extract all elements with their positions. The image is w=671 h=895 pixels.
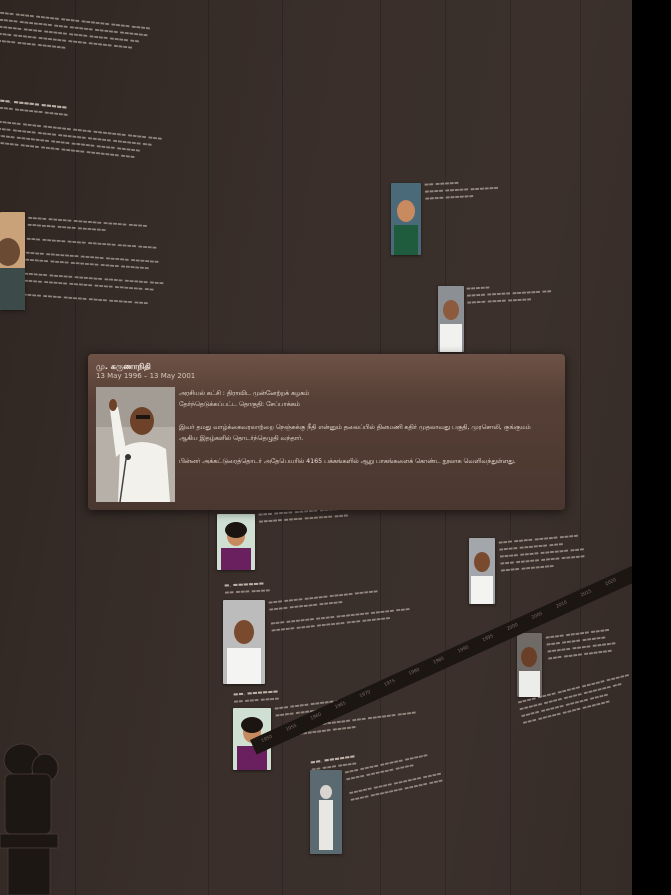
term-dates: 13 May 1996 – 13 May 2001 [96, 372, 196, 380]
faint-text-block: ▬▬. ▬▬▬▬▬▬ ▬▬ ▬▬▬ ▬▬▬▬ [233, 688, 280, 705]
leader-photo [96, 387, 175, 502]
year-tick: 1955 [285, 723, 298, 733]
emblem-icon [0, 743, 59, 895]
faint-text-block: ▬▬▬▬ ▬▬▬▬▬ ▬▬▬▬▬▬ ▬▬▬▬▬ ▬▬▬▬ ▬▬▬▬▬▬ ▬▬▬▬ … [22, 215, 164, 307]
faint-text-block: ▬▬. ▬▬▬▬▬ ▬▬▬▬▬ ▬▬▬ ▬▬▬▬▬▬ ▬▬▬▬▬ ▬▬▬▬▬ ▬▬▬… [0, 98, 163, 161]
bio-line: பின்னர் அக்கட்டுரைத்தொடர் அதேபெயரில் 416… [179, 458, 516, 465]
constituency-info: தேர்ந்தெடுக்கப்பட்ட தொகுதி: சேப்பாக்கம் [179, 401, 300, 408]
year-tick: 2020 [604, 577, 618, 588]
year-tick: 2000 [506, 622, 519, 633]
timeline-ruler[interactable]: 1950 1955 1960 1965 1970 1975 1980 1985 … [250, 565, 632, 755]
year-tick: 2015 [580, 589, 593, 599]
portrait-thumbnail[interactable] [217, 514, 255, 570]
column-divider [580, 0, 581, 895]
faint-text-block: ▬▬ ▬▬▬▬▬ ▬▬▬▬ ▬▬▬▬▬ ▬▬▬▬▬▬ ▬▬▬▬ ▬▬▬▬▬▬ [424, 180, 499, 202]
party-info: அரசியல் கட்சி : திராவிட முன்னேற்றக் கழகம… [179, 390, 310, 397]
faint-text-block: ▬▬▬ ▬▬▬▬ ▬▬▬▬▬ ▬▬▬▬ ▬▬▬▬▬▬ ▬▬▬▬ ▬▬▬▬ ▬▬▬▬… [0, 10, 151, 52]
year-tick: 2005 [531, 611, 544, 621]
year-tick: 1995 [481, 633, 495, 644]
portrait-thumbnail[interactable] [469, 538, 495, 604]
portrait-thumbnail[interactable] [438, 286, 464, 352]
year-tick: 1985 [432, 656, 446, 666]
portrait-thumbnail[interactable] [310, 770, 342, 854]
year-tick: 1975 [383, 678, 397, 689]
faint-text-block: ▬. ▬▬▬▬▬▬ ▬▬ ▬▬▬ ▬▬▬▬ [224, 580, 271, 596]
portrait-thumbnail[interactable] [0, 212, 25, 310]
faint-text-block: ▬▬▬ ▬▬▬▬ ▬▬▬▬▬ ▬▬▬▬▬ ▬▬▬▬ ▬▬▬▬▬▬ ▬▬▬▬ ▬▬▬▬… [344, 752, 444, 804]
timeline-stage[interactable]: ▬▬▬ ▬▬▬▬ ▬▬▬▬▬ ▬▬▬▬ ▬▬▬▬▬▬ ▬▬▬▬ ▬▬▬▬ ▬▬▬▬… [0, 0, 632, 895]
year-tick: 1990 [457, 645, 470, 655]
portrait-thumbnail[interactable] [391, 183, 421, 255]
portrait-thumbnail[interactable] [517, 633, 542, 697]
faint-text-block: ▬▬▬▬ ▬▬▬▬▬ ▬▬▬▬ ▬▬▬ ▬▬▬▬ ▬▬▬▬▬ ▬▬▬▬▬ ▬▬▬▬ … [545, 627, 617, 662]
year-tick: 1950 [260, 734, 274, 745]
leader-name: மு. கருணாநிதி [96, 362, 151, 371]
year-tick: 1965 [334, 701, 347, 711]
year-tick: 1970 [359, 689, 372, 700]
portrait-thumbnail[interactable] [223, 600, 265, 684]
leader-detail-card[interactable]: மு. கருணாநிதி 13 May 1996 – 13 May 2001 … [88, 354, 565, 510]
faint-text-block: ▬▬▬▬▬ ▬▬▬▬ ▬▬▬▬▬ ▬▬▬▬▬▬ ▬▬ ▬▬▬▬ ▬▬▬▬ ▬▬▬▬▬ [466, 284, 552, 306]
faint-text-block: ▬▬▬ ▬▬▬▬ ▬▬▬▬▬ ▬▬▬▬▬ ▬▬▬▬▬▬▬▬▬ ▬▬▬▬▬▬ ▬▬… [268, 588, 411, 634]
bio-line: இவர் தமது வாழ்க்கைவரலாற்றை நெஞ்சுக்கு நீ… [179, 424, 531, 431]
year-tick: 2010 [555, 600, 569, 610]
black-border [632, 0, 671, 895]
year-tick: 1980 [408, 667, 421, 677]
bio-line: ஆகிய இதழ்களில் தொடர்ந்தெழுதி வந்தார். [179, 435, 304, 442]
year-tick: 1960 [309, 712, 323, 722]
faint-text-block: ▬▬▬ ▬▬▬▬ ▬▬▬▬▬ ▬▬▬▬ ▬▬▬▬ ▬▬▬▬▬▬ ▬▬▬ ▬▬▬▬ ▬… [498, 532, 586, 574]
